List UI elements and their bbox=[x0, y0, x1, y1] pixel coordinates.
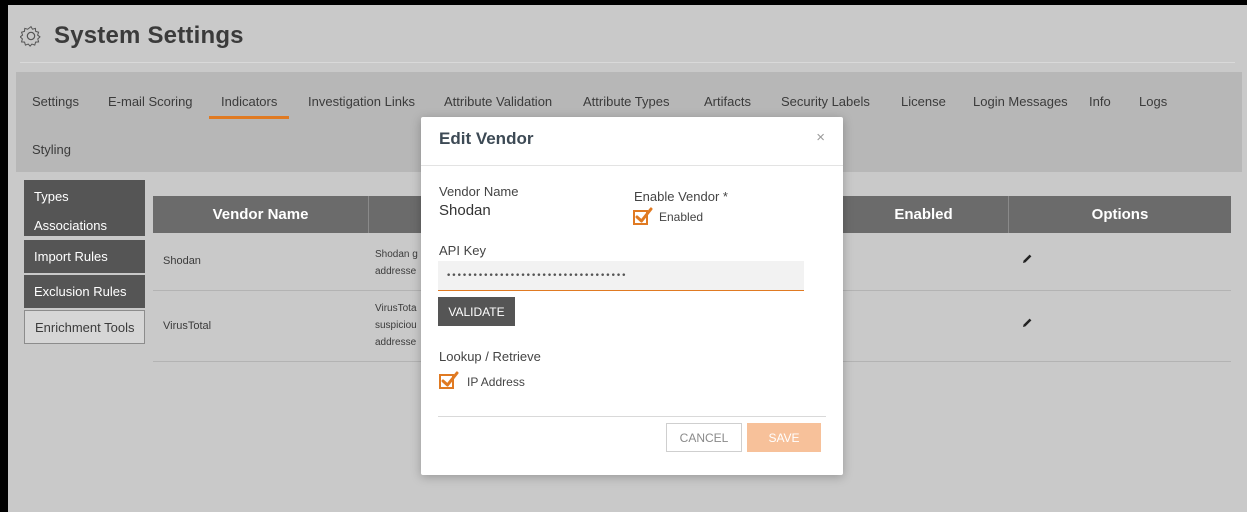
tab-login-messages[interactable]: Login Messages bbox=[973, 94, 1068, 109]
enabled-checkbox-label: Enabled bbox=[659, 210, 704, 224]
tab-styling[interactable]: Styling bbox=[32, 142, 71, 157]
checkmark-icon bbox=[441, 371, 459, 387]
tab-security-labels[interactable]: Security Labels bbox=[781, 94, 870, 109]
tab-attribute-types[interactable]: Attribute Types bbox=[583, 94, 669, 109]
tab-indicators[interactable]: Indicators bbox=[208, 94, 290, 119]
tab-email-scoring[interactable]: E-mail Scoring bbox=[108, 94, 193, 109]
tab-artifacts[interactable]: Artifacts bbox=[704, 94, 751, 109]
vendor-name-cell: Shodan bbox=[163, 255, 201, 267]
description-cell: VirusTota suspiciou addresse bbox=[375, 303, 417, 348]
dialog-title: Edit Vendor bbox=[439, 129, 534, 148]
column-header-vendor-name[interactable]: Vendor Name bbox=[153, 196, 368, 233]
edit-vendor-dialog: Edit Vendor × Vendor Name Shodan Enable … bbox=[421, 117, 843, 475]
vendor-name-cell: VirusTotal bbox=[163, 320, 212, 332]
tab-attribute-validation[interactable]: Attribute Validation bbox=[444, 94, 552, 109]
dialog-footer-divider bbox=[438, 416, 826, 417]
validate-button[interactable]: VALIDATE bbox=[438, 297, 515, 326]
close-icon[interactable]: × bbox=[816, 129, 825, 146]
page-title: System Settings bbox=[54, 22, 244, 49]
tab-settings[interactable]: Settings bbox=[32, 94, 79, 109]
column-header-options[interactable]: Options bbox=[1008, 196, 1231, 233]
save-button[interactable]: SAVE bbox=[747, 423, 821, 452]
side-item-import-rules[interactable]: Import Rules bbox=[24, 240, 145, 273]
cancel-button[interactable]: CANCEL bbox=[666, 423, 742, 452]
page-header: System Settings bbox=[8, 5, 1247, 67]
side-item-associations[interactable]: Associations bbox=[24, 212, 145, 236]
ip-address-checkbox[interactable] bbox=[439, 371, 459, 389]
lookup-retrieve-label: Lookup / Retrieve bbox=[439, 349, 541, 364]
checkmark-icon bbox=[635, 207, 653, 223]
indicators-side-menu: Types Associations Import Rules Exclusio… bbox=[24, 180, 145, 346]
gear-icon bbox=[20, 25, 41, 47]
edit-pencil-icon[interactable] bbox=[1021, 317, 1033, 329]
api-key-label: API Key bbox=[439, 243, 486, 258]
side-item-exclusion-rules[interactable]: Exclusion Rules bbox=[24, 275, 145, 308]
tab-logs[interactable]: Logs bbox=[1139, 94, 1167, 109]
tab-license[interactable]: License bbox=[901, 94, 946, 109]
vendor-name-label: Vendor Name bbox=[439, 184, 519, 199]
api-key-input[interactable] bbox=[438, 261, 804, 291]
tab-info[interactable]: Info bbox=[1089, 94, 1111, 109]
side-item-types[interactable]: Types bbox=[24, 180, 145, 212]
side-item-enrichment-tools[interactable]: Enrichment Tools bbox=[24, 310, 145, 344]
enable-vendor-label: Enable Vendor * bbox=[634, 189, 728, 204]
enabled-checkbox[interactable] bbox=[633, 207, 653, 225]
edit-pencil-icon[interactable] bbox=[1021, 253, 1033, 265]
vendor-name-value: Shodan bbox=[439, 202, 491, 219]
ip-address-checkbox-label: IP Address bbox=[467, 375, 525, 389]
dialog-header-divider bbox=[421, 165, 843, 166]
header-divider bbox=[20, 62, 1235, 63]
tab-investigation-links[interactable]: Investigation Links bbox=[308, 94, 415, 109]
description-cell: Shodan g addresse bbox=[375, 249, 418, 277]
column-header-enabled[interactable]: Enabled bbox=[838, 196, 1008, 233]
